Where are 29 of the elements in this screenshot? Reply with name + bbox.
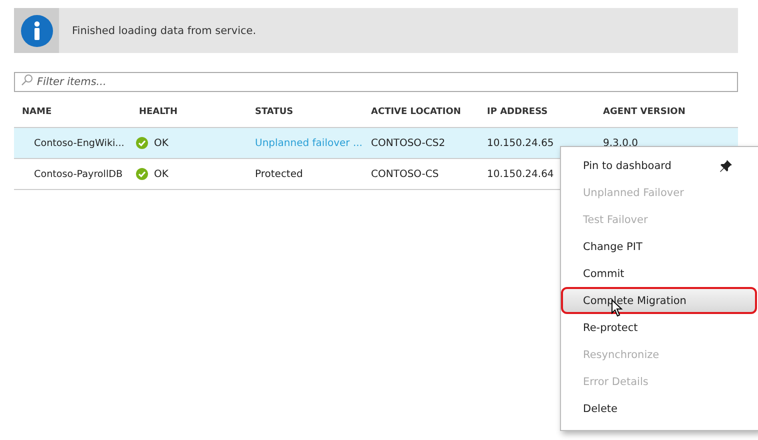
column-header: NAME [22, 106, 53, 116]
check-icon [136, 137, 148, 149]
table-cell: OK [154, 138, 168, 148]
column-header: IP ADDRESS [487, 106, 549, 116]
table-cell: OK [154, 168, 168, 180]
menu-item[interactable]: Complete Migration [561, 287, 757, 314]
column-header: STATUS [255, 106, 294, 116]
table-row[interactable]: Contoso-EngWiki... OK Unplanned failover ... CONTOSO-CS2 10.150.24.65 9.3.0.0 [14, 128, 738, 159]
menu-item[interactable]: Re-protect [561, 314, 758, 341]
table-cell: CONTOSO-CS [371, 168, 439, 180]
menu-item[interactable]: Delete [561, 395, 758, 422]
column-header: HEALTH [139, 106, 179, 116]
info-icon [20, 14, 52, 46]
table-cell: 10.150.24.65 [487, 138, 554, 148]
pin-icon [719, 158, 733, 172]
notification-message: Finished loading data from service. [72, 24, 256, 36]
table-cell: CONTOSO-CS2 [371, 138, 446, 148]
column-header: ACTIVE LOCATION [371, 106, 462, 116]
table-cell: Protected [255, 168, 303, 180]
table-cell: Contoso-EngWiki... [34, 138, 124, 148]
table-cell: Contoso-PayrollDB [34, 168, 123, 180]
table-cell: 10.150.24.64 [487, 168, 554, 180]
search-icon [21, 74, 33, 86]
table-cell: 9.3.0.0 [603, 138, 638, 148]
menu-item[interactable]: Change PIT [561, 233, 758, 260]
check-icon [136, 168, 148, 180]
column-header: AGENT VERSION [603, 106, 686, 116]
menu-item[interactable]: Commit [561, 260, 758, 287]
filter-field[interactable]: Filter items... [14, 72, 738, 92]
